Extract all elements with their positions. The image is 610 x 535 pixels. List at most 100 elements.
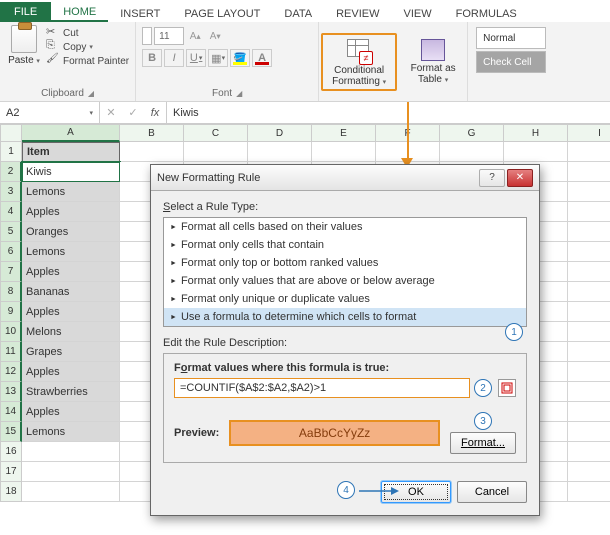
- cell-A4[interactable]: Apples: [22, 202, 120, 222]
- column-header-E[interactable]: E: [312, 124, 376, 142]
- row-header-8[interactable]: 8: [0, 282, 22, 302]
- cell-I5[interactable]: [568, 222, 610, 242]
- row-header-14[interactable]: 14: [0, 402, 22, 422]
- row-header-9[interactable]: 9: [0, 302, 22, 322]
- row-header-7[interactable]: 7: [0, 262, 22, 282]
- cell-I4[interactable]: [568, 202, 610, 222]
- cell-I16[interactable]: [568, 442, 610, 462]
- row-header-4[interactable]: 4: [0, 202, 22, 222]
- cell-I11[interactable]: [568, 342, 610, 362]
- fill-color-button[interactable]: 🪣: [230, 49, 250, 67]
- cell-A7[interactable]: Apples: [22, 262, 120, 282]
- font-color-button[interactable]: A: [252, 49, 272, 67]
- format-as-table-button[interactable]: Format as Table ▾: [401, 39, 465, 85]
- column-header-D[interactable]: D: [248, 124, 312, 142]
- cell-A2[interactable]: Kiwis: [22, 162, 120, 182]
- row-header-5[interactable]: 5: [0, 222, 22, 242]
- copy-button[interactable]: Copy ▾: [46, 41, 129, 53]
- row-header-11[interactable]: 11: [0, 342, 22, 362]
- cell-I17[interactable]: [568, 462, 610, 482]
- row-header-18[interactable]: 18: [0, 482, 22, 502]
- row-header-16[interactable]: 16: [0, 442, 22, 462]
- rule-type-option-2[interactable]: Format only top or bottom ranked values: [164, 254, 526, 272]
- cell-I1[interactable]: [568, 142, 610, 162]
- cell-style-check-cell[interactable]: Check Cell: [476, 51, 546, 73]
- shrink-font-button[interactable]: A▾: [206, 27, 224, 45]
- cell-E1[interactable]: [312, 142, 376, 162]
- cell-B1[interactable]: [120, 142, 184, 162]
- row-header-13[interactable]: 13: [0, 382, 22, 402]
- format-painter-button[interactable]: Format Painter: [46, 55, 129, 67]
- cell-A8[interactable]: Bananas: [22, 282, 120, 302]
- select-all-corner[interactable]: [0, 124, 22, 142]
- fx-icon[interactable]: fx: [144, 107, 166, 119]
- cell-I13[interactable]: [568, 382, 610, 402]
- paste-button[interactable]: Paste ▾: [6, 25, 42, 66]
- tab-data[interactable]: DATA: [272, 4, 324, 22]
- row-header-6[interactable]: 6: [0, 242, 22, 262]
- cell-G1[interactable]: [440, 142, 504, 162]
- column-header-H[interactable]: H: [504, 124, 568, 142]
- grow-font-button[interactable]: A▴: [186, 27, 204, 45]
- cell-I6[interactable]: [568, 242, 610, 262]
- cell-A11[interactable]: Grapes: [22, 342, 120, 362]
- tab-home[interactable]: HOME: [51, 2, 108, 22]
- cell-I15[interactable]: [568, 422, 610, 442]
- format-button[interactable]: Format...: [450, 432, 516, 454]
- rule-type-option-4[interactable]: Format only unique or duplicate values: [164, 290, 526, 308]
- row-header-15[interactable]: 15: [0, 422, 22, 442]
- bold-button[interactable]: B: [142, 49, 162, 67]
- cell-A16[interactable]: [22, 442, 120, 462]
- font-name-dropdown[interactable]: [142, 27, 152, 45]
- column-header-B[interactable]: B: [120, 124, 184, 142]
- cell-A18[interactable]: [22, 482, 120, 502]
- cell-I3[interactable]: [568, 182, 610, 202]
- cell-A13[interactable]: Strawberries: [22, 382, 120, 402]
- underline-button[interactable]: U▾: [186, 49, 206, 67]
- collapse-dialog-button[interactable]: [498, 379, 516, 397]
- cancel-entry-icon[interactable]: ✕: [100, 106, 122, 119]
- cell-I2[interactable]: [568, 162, 610, 182]
- cut-button[interactable]: Cut: [46, 27, 129, 39]
- enter-entry-icon[interactable]: ✓: [122, 106, 144, 119]
- dialog-titlebar[interactable]: New Formatting Rule ? ✕: [151, 165, 539, 191]
- column-header-A[interactable]: A: [22, 124, 120, 142]
- rule-type-option-1[interactable]: Format only cells that contain: [164, 236, 526, 254]
- formula-bar[interactable]: Kiwis: [167, 102, 610, 123]
- cell-A1[interactable]: Item: [22, 142, 120, 162]
- cell-I8[interactable]: [568, 282, 610, 302]
- column-header-I[interactable]: I: [568, 124, 610, 142]
- row-header-1[interactable]: 1: [0, 142, 22, 162]
- font-size-dropdown[interactable]: 11: [154, 27, 184, 45]
- name-box[interactable]: A2▾: [0, 102, 100, 123]
- cell-I7[interactable]: [568, 262, 610, 282]
- rule-type-option-3[interactable]: Format only values that are above or bel…: [164, 272, 526, 290]
- tab-pagelayout[interactable]: PAGE LAYOUT: [172, 4, 272, 22]
- rule-type-option-5[interactable]: Use a formula to determine which cells t…: [164, 308, 526, 326]
- rule-type-option-0[interactable]: Format all cells based on their values: [164, 218, 526, 236]
- cell-A5[interactable]: Oranges: [22, 222, 120, 242]
- tab-file[interactable]: FILE: [0, 2, 51, 22]
- rule-type-list[interactable]: Format all cells based on their valuesFo…: [163, 217, 527, 327]
- italic-button[interactable]: I: [164, 49, 184, 67]
- row-header-2[interactable]: 2: [0, 162, 22, 182]
- cell-A9[interactable]: Apples: [22, 302, 120, 322]
- cell-A10[interactable]: Melons: [22, 322, 120, 342]
- tab-review[interactable]: REVIEW: [324, 4, 391, 22]
- tab-insert[interactable]: INSERT: [108, 4, 172, 22]
- cell-style-normal[interactable]: Normal: [476, 27, 546, 49]
- cell-A15[interactable]: Lemons: [22, 422, 120, 442]
- cell-D1[interactable]: [248, 142, 312, 162]
- cell-A12[interactable]: Apples: [22, 362, 120, 382]
- row-header-17[interactable]: 17: [0, 462, 22, 482]
- tab-formulas[interactable]: FORMULAS: [444, 4, 529, 22]
- borders-button[interactable]: ▦▾: [208, 49, 228, 67]
- row-header-12[interactable]: 12: [0, 362, 22, 382]
- cell-I14[interactable]: [568, 402, 610, 422]
- row-header-3[interactable]: 3: [0, 182, 22, 202]
- column-header-C[interactable]: C: [184, 124, 248, 142]
- cell-A6[interactable]: Lemons: [22, 242, 120, 262]
- row-header-10[interactable]: 10: [0, 322, 22, 342]
- cancel-button[interactable]: Cancel: [457, 481, 527, 503]
- cell-I18[interactable]: [568, 482, 610, 502]
